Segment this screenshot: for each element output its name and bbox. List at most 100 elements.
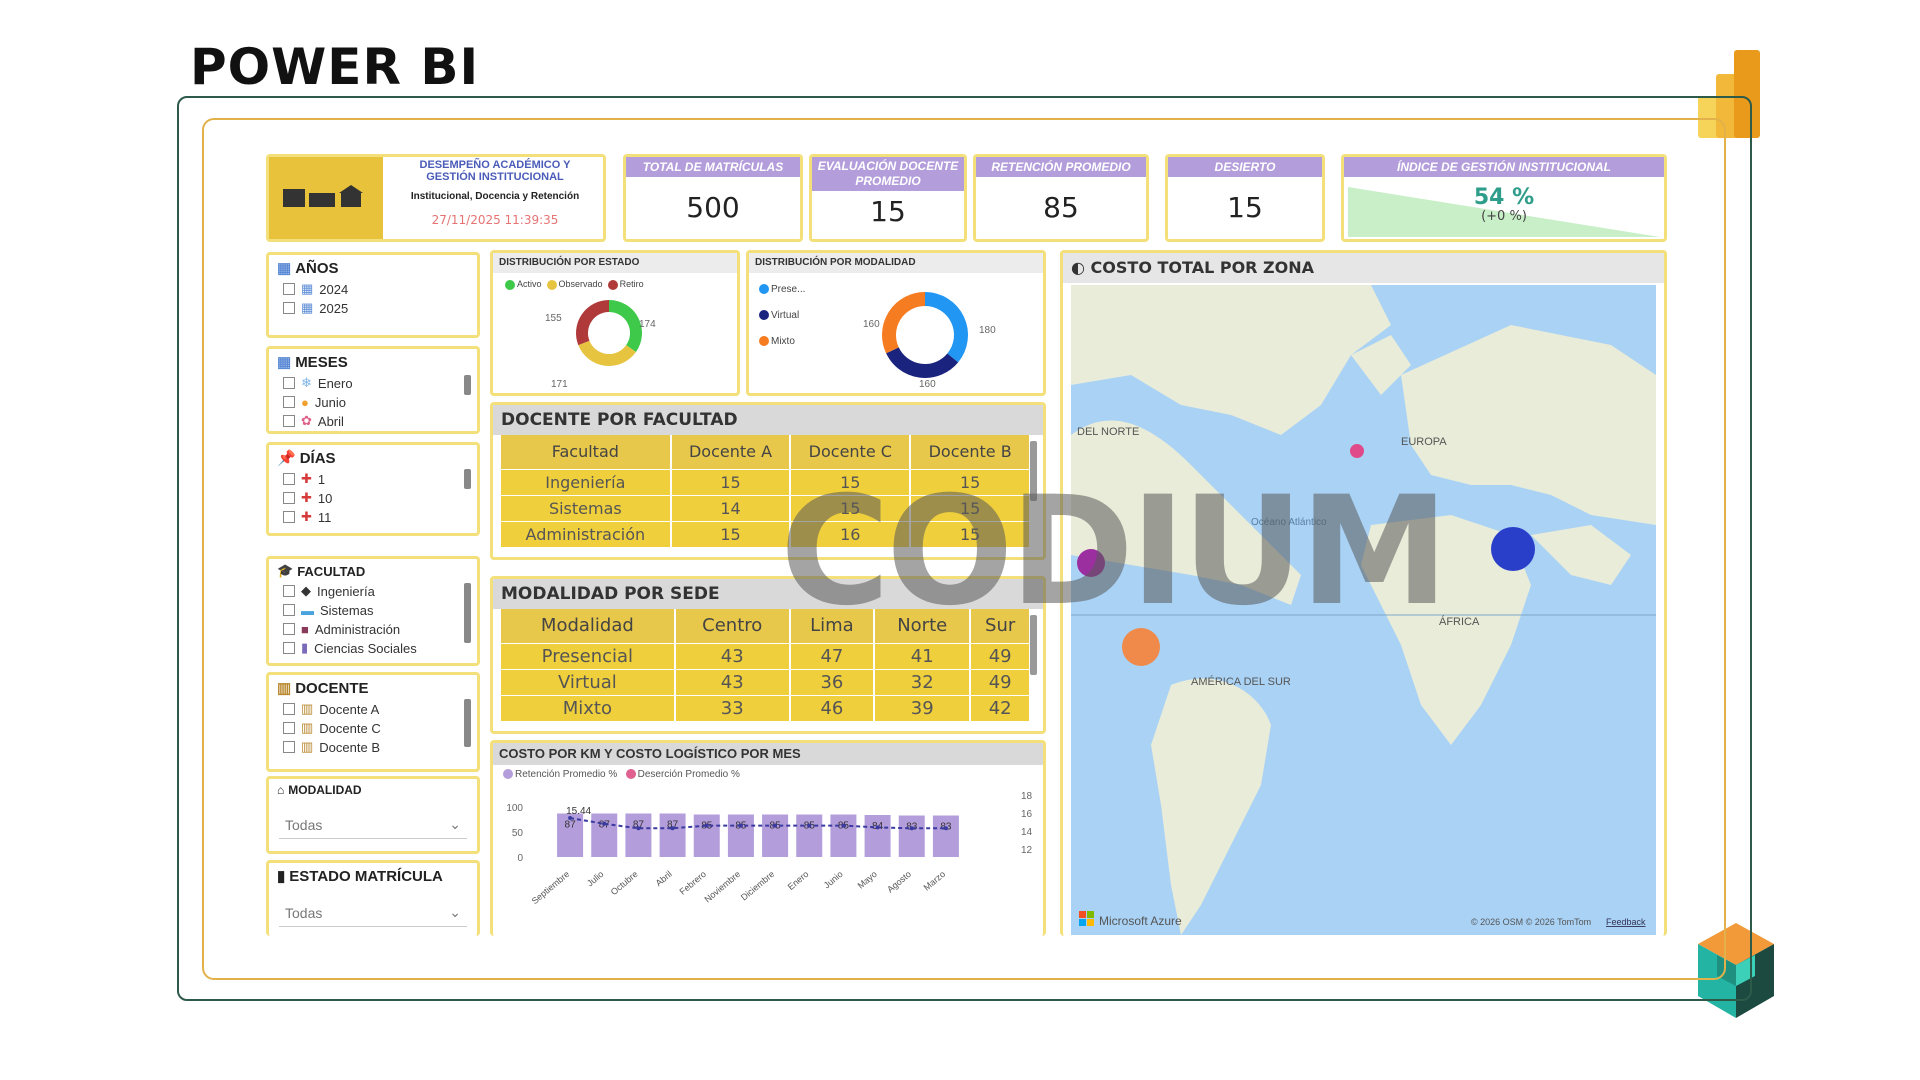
slicer-item[interactable]: ▥ Docente C [283,720,477,736]
checkbox[interactable] [283,722,295,734]
checkbox[interactable] [283,703,295,715]
kpi-card-matriculas[interactable]: TOTAL DE MATRÍCULAS 500 [623,154,803,242]
kpi-card-desierto[interactable]: DESIERTO 15 [1165,154,1325,242]
checkbox[interactable] [283,492,295,504]
slicer-item[interactable]: ✿ Abril [283,413,477,429]
line-point[interactable] [807,823,812,828]
pin-icon: ✚ [301,490,312,505]
slicer-item[interactable]: ● Junio [283,394,477,410]
dist-modalidad-chart[interactable]: DISTRIBUCIÓN POR MODALIDAD Prese... Virt… [746,250,1046,396]
slicer-facultad[interactable]: 🎓 FACULTAD ◆ Ingeniería ▬ Sistemas ■ Adminis… [266,556,480,666]
slice-label: 155 [545,313,562,324]
checkbox[interactable] [283,604,295,616]
map-bubble[interactable] [1350,444,1364,458]
battery-icon: ▮ [277,868,286,885]
slicer-estado-matricula[interactable]: ▮ ESTADO MATRÍCULA Todas ⌄ [266,860,480,936]
donut-chart[interactable]: 155 174 171 [493,293,737,393]
slicer-item[interactable]: ▬ Sistemas [283,602,477,618]
donut-slice[interactable] [886,346,959,378]
line-point[interactable] [773,823,778,828]
checkbox[interactable] [283,377,295,389]
kpi-card-evaluacion[interactable]: EVALUACIÓN DOCENTE PROMEDIO 15 [809,154,967,242]
line-point[interactable] [841,823,846,828]
checkbox[interactable] [283,473,295,485]
page-title: POWER BI [190,38,480,96]
slice-label: 180 [979,325,996,336]
matrix-title: DOCENTE POR FACULTAD [493,405,1043,435]
line-point[interactable] [738,823,743,828]
checkbox[interactable] [283,396,295,408]
slicer-item[interactable]: ✚ 11 [283,509,477,525]
slicer-anios[interactable]: ▦ AÑOS ▦ 2024 ▦ 2025 [266,252,480,338]
costo-combo-chart[interactable]: COSTO POR KM Y COSTO LOGÍSTICO POR MES R… [490,740,1046,936]
modalidad-dropdown[interactable]: Todas ⌄ [279,811,467,839]
y-tick-label: 100 [506,803,523,814]
checkbox[interactable] [283,741,295,753]
slicer-item[interactable]: ▥ Docente A [283,701,477,717]
line-point[interactable] [875,825,880,830]
checkbox[interactable] [283,511,295,523]
checkbox[interactable] [283,415,295,427]
slicer-docente[interactable]: ▥ DOCENTE ▥ Docente A ▥ Docente C ▥ Docente … [266,672,480,772]
building-icon: ⌂ [277,783,285,797]
teacher-icon: ▥ [277,680,292,697]
globe-icon: ◐ [1071,258,1085,277]
scrollbar[interactable] [464,699,471,747]
chart-title: DISTRIBUCIÓN POR MODALIDAD [749,253,1043,273]
column-header[interactable]: Facultad [501,435,672,469]
scrollbar[interactable] [464,583,471,643]
checkbox[interactable] [283,642,295,654]
dist-estado-chart[interactable]: DISTRIBUCIÓN POR ESTADO Activo Observado… [490,250,740,396]
line-point[interactable] [636,826,641,831]
slice-label: 160 [863,319,880,330]
chart-title: DISTRIBUCIÓN POR ESTADO [493,253,737,273]
slicer-item[interactable]: ▦ 2025 [283,300,477,316]
kpi-card-retencion[interactable]: RETENCIÓN PROMEDIO 85 [973,154,1149,242]
column-header[interactable]: Modalidad [501,609,676,643]
combo-chart-plot[interactable]: 1005001816141287Septiembre87Julio87Octub… [493,767,1043,936]
checkbox[interactable] [283,585,295,597]
slicer-item[interactable]: ✚ 10 [283,490,477,506]
column-header[interactable]: Docente C [790,435,912,469]
estado-dropdown[interactable]: Todas ⌄ [279,899,467,927]
donut-slice[interactable] [924,292,968,363]
table-row[interactable]: Mixto 33 46 39 42 [501,694,1031,721]
map-bubble[interactable] [1491,527,1535,571]
scrollbar[interactable] [464,375,471,395]
column-header[interactable]: Docente B [910,435,1031,469]
table-row[interactable]: Virtual 43 36 32 49 [501,668,1031,695]
slicer-meses[interactable]: ▦ MESES ❄ Enero ● Junio ✿ Abril [266,346,480,434]
donut-slice[interactable] [882,292,926,354]
line-point[interactable] [909,826,914,831]
graduation-cap-icon: ◆ [301,583,311,598]
slicer-item[interactable]: ▥ Docente B [283,739,477,755]
column-header[interactable]: Centro [674,609,791,643]
slicer-item[interactable]: ▮ Ciencias Sociales [283,640,477,656]
checkbox[interactable] [283,283,295,295]
checkbox[interactable] [283,623,295,635]
calendar-icon: ▦ [301,281,314,296]
table-row[interactable]: Presencial 43 47 41 49 [501,642,1031,669]
slicer-modalidad[interactable]: ⌂ MODALIDAD Todas ⌄ [266,776,480,854]
donut-slice[interactable] [578,340,636,366]
slicer-item[interactable]: ◆ Ingeniería [283,583,477,599]
slicer-dias[interactable]: 📌 DÍAS ✚ 1 ✚ 10 ✚ 11 [266,442,480,536]
donut-slice[interactable] [608,300,642,353]
checkbox[interactable] [283,302,295,314]
slicer-item[interactable]: ✚ 1 [283,471,477,487]
slicer-item[interactable]: ▦ 2024 [283,281,477,297]
donut-chart[interactable]: 160 180 160 [829,277,1043,393]
kpi-card-indice[interactable]: ÍNDICE DE GESTIÓN INSTITUCIONAL 54 % (+0… [1341,154,1667,242]
dashboard-subtitle: Institucional, Docencia y Retención [410,191,580,202]
line-point[interactable] [704,823,709,828]
line-point[interactable] [670,826,675,831]
slicer-item[interactable]: ■ Administración [283,621,477,637]
line-point[interactable] [943,826,948,831]
feedback-link[interactable]: Feedback [1606,917,1646,927]
column-header[interactable]: Docente A [670,435,792,469]
slicer-item[interactable]: ❄ Enero [283,375,477,391]
scrollbar[interactable] [464,469,471,489]
snowflake-icon: ❄ [301,375,312,390]
donut-slice[interactable] [576,300,610,346]
line-point[interactable] [602,821,607,826]
